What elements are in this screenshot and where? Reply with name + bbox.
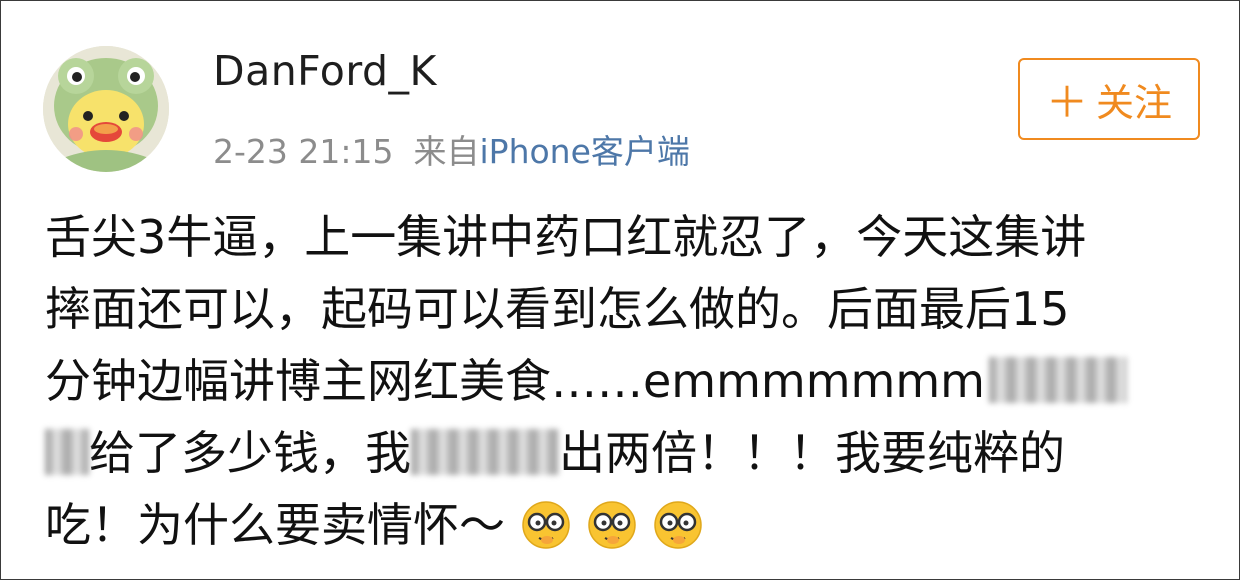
follow-button[interactable]: ＋ 关注	[1018, 58, 1200, 140]
post-meta: 2-23 21:15 来自iPhone客户端	[213, 125, 690, 173]
follow-button-label: 关注	[1096, 80, 1173, 125]
post-text-segment: 出两倍！！！我要纯粹的	[559, 426, 1065, 480]
plus-icon: ＋	[1045, 77, 1088, 127]
nerd-glasses-emoji-icon	[588, 501, 636, 549]
post-text-segment: 吃！为什么要卖情怀～	[45, 498, 505, 552]
user-avatar[interactable]	[43, 46, 169, 172]
username[interactable]: DanFord_K	[213, 47, 437, 95]
post-content: 舌尖3牛逼，上一集讲中药口红就忍了，今天这集讲 摔面还可以，起码可以看到怎么做的…	[45, 201, 1215, 561]
weibo-post-card: DanFord_K 2-23 21:15 来自iPhone客户端 ＋ 关注 舌尖3…	[0, 0, 1240, 580]
post-text-line: 分钟边幅讲博主网红美食……emmmmmmm	[45, 345, 1215, 417]
blurred-text	[45, 429, 89, 475]
nerd-glasses-emoji-icon	[522, 501, 570, 549]
blurred-text	[411, 429, 559, 475]
source-prefix: 来自	[413, 132, 480, 171]
blurred-text	[988, 357, 1127, 403]
post-text-line: 吃！为什么要卖情怀～	[45, 489, 1215, 561]
post-text-line: 给了多少钱，我 出两倍！！！我要纯粹的	[45, 417, 1215, 489]
nerd-glasses-emoji-icon	[654, 501, 702, 549]
post-text-line: 舌尖3牛逼，上一集讲中药口红就忍了，今天这集讲	[45, 210, 1087, 264]
post-text-segment: 给了多少钱，我	[89, 426, 411, 480]
source-client-link[interactable]: iPhone客户端	[480, 132, 690, 171]
post-text-line: 摔面还可以，起码可以看到怎么做的。后面最后15	[45, 282, 1070, 336]
frog-hat-duck-avatar-image	[43, 46, 169, 172]
post-timestamp: 2-23 21:15	[213, 132, 394, 171]
post-text-segment: 分钟边幅讲博主网红美食……emmmmmmm	[45, 354, 985, 408]
